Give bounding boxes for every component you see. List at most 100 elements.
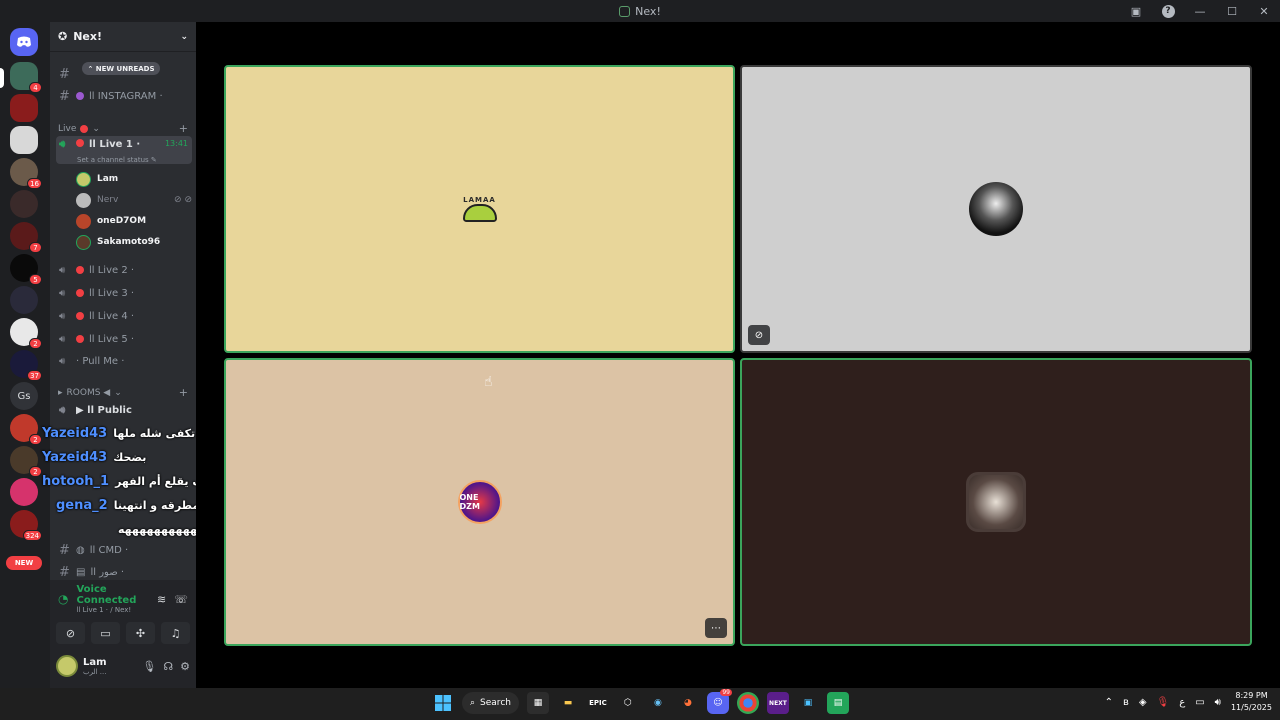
chrome-icon[interactable] bbox=[736, 692, 759, 714]
gear-icon[interactable]: ⚙ bbox=[180, 660, 190, 673]
username: Lam bbox=[83, 656, 107, 668]
file-explorer-icon[interactable]: ▬ bbox=[557, 692, 579, 714]
voice-channel-link[interactable]: ll Live 1 · / Nex! bbox=[76, 606, 149, 614]
headphones-icon[interactable]: ☊ bbox=[163, 660, 173, 673]
calendar-icon[interactable]: ▦ bbox=[526, 692, 549, 714]
muted-icon: ⊘ bbox=[748, 325, 770, 345]
avatar bbox=[76, 234, 91, 250]
noise-suppression-icon[interactable]: ≋ bbox=[157, 593, 166, 606]
help-button[interactable]: ? bbox=[1152, 0, 1184, 22]
steam-icon[interactable]: ◉ bbox=[647, 692, 669, 714]
bluetooth-icon[interactable]: ʙ bbox=[1123, 697, 1129, 708]
server-icon[interactable]: 7 bbox=[10, 222, 42, 253]
close-button[interactable]: ✕ bbox=[1248, 0, 1280, 22]
unity-icon[interactable]: ⬡ bbox=[617, 692, 639, 714]
channel-pics[interactable]: # ▤ ll صور · bbox=[56, 562, 192, 582]
system-tray: ⌃ ʙ ◈ 🎙︎ ع ▭ 🔊︎ 8:29 PM 11/5/2025 bbox=[1105, 690, 1272, 714]
server-icon[interactable] bbox=[10, 478, 38, 506]
inbox-icon[interactable]: ▣ bbox=[1120, 0, 1152, 22]
mic-icon[interactable]: 🎙︎ bbox=[142, 660, 156, 673]
channel-live-2[interactable]: 🔊︎ ll Live 2 · bbox=[56, 260, 192, 280]
display-icon[interactable]: ▭ bbox=[1195, 697, 1204, 708]
category-rooms[interactable]: ▸ ROOMS ◀ ⌄ + bbox=[58, 386, 188, 399]
hash-icon: # bbox=[59, 564, 70, 580]
language-indicator[interactable]: ع bbox=[1179, 697, 1185, 708]
discord-home-icon[interactable] bbox=[10, 28, 38, 56]
server-icon-nex[interactable]: 4 bbox=[10, 62, 42, 93]
next-app-icon[interactable]: NEXT bbox=[766, 692, 789, 714]
chat-message: Yazeid43 تكفى شله ملها bbox=[42, 426, 196, 441]
voice-member[interactable]: Lam bbox=[76, 169, 192, 189]
channel-status[interactable]: Set a channel status ✎ bbox=[77, 156, 157, 164]
channel-hidden[interactable]: # bbox=[56, 64, 192, 84]
channel-public[interactable]: 🔊︎ ▶ ll Public bbox=[56, 400, 192, 420]
channel-cmd[interactable]: # ◍ ll CMD · bbox=[56, 540, 192, 560]
server-icon[interactable]: 16 bbox=[10, 158, 42, 189]
new-unreads-pill[interactable]: NEW bbox=[6, 556, 42, 570]
activities-button[interactable]: ✣ bbox=[126, 622, 155, 644]
clock[interactable]: 8:29 PM 11/5/2025 bbox=[1231, 690, 1272, 714]
minimize-button[interactable]: — bbox=[1184, 0, 1216, 22]
participant-tile[interactable]: ONE DZM ⋯ bbox=[224, 358, 735, 646]
server-icon[interactable]: 324 bbox=[10, 510, 42, 541]
red-dot-icon bbox=[76, 289, 84, 297]
mic-icon[interactable]: 🎙︎ bbox=[1157, 697, 1170, 708]
taskbar-search[interactable]: ⌕ Search bbox=[462, 692, 519, 714]
server-icon[interactable]: 5 bbox=[10, 254, 42, 285]
server-boost-icon: ✪ bbox=[58, 30, 68, 43]
maximize-button[interactable]: ☐ bbox=[1216, 0, 1248, 22]
server-icon[interactable]: 2 bbox=[10, 318, 42, 349]
windows-taskbar: ⌕ Search ▦ ▬ EPIC ⬡ ◉ ◕ ☺ 99 NEXT ▣ ▤ ⌃ ʙ … bbox=[0, 688, 1280, 720]
muted-deafened-icon: ⊘ ⊘ bbox=[174, 195, 192, 205]
voice-member[interactable]: oneD7OM bbox=[76, 211, 192, 231]
hash-icon: # bbox=[59, 542, 70, 558]
server-icon[interactable] bbox=[10, 94, 38, 122]
chat-message: Yazeid43 بضحك bbox=[42, 450, 147, 465]
server-icon[interactable]: 2 bbox=[10, 446, 42, 477]
red-dot-icon bbox=[76, 312, 84, 320]
share-screen-button[interactable]: ▭ bbox=[91, 622, 120, 644]
lamp-logo bbox=[462, 204, 497, 222]
firefox-icon[interactable]: ◕ bbox=[677, 692, 699, 714]
user-status: الرب ... bbox=[83, 667, 107, 676]
category-live[interactable]: Live ⌄ + bbox=[58, 122, 188, 135]
participant-tile[interactable] bbox=[740, 358, 1252, 646]
screen-share-icon: ▭ bbox=[100, 626, 111, 640]
volume-icon[interactable]: 🔊︎ bbox=[1215, 697, 1221, 708]
server-icon-gs[interactable]: Gs bbox=[10, 382, 38, 410]
server-icon[interactable]: 37 bbox=[10, 350, 42, 381]
window-title-text: Nex! bbox=[635, 4, 661, 18]
participant-tile[interactable]: ⊘ bbox=[740, 65, 1252, 353]
camera-off-button[interactable]: ⊘ bbox=[56, 622, 85, 644]
discord-taskbar-icon[interactable]: ☺ 99 bbox=[706, 689, 732, 714]
server-header[interactable]: ✪ Nex! ⌄ bbox=[50, 22, 196, 52]
channel-live-4[interactable]: 🔊︎ ll Live 4 · bbox=[56, 306, 192, 326]
server-name: Nex! bbox=[73, 30, 102, 43]
channel-instagram[interactable]: # ll INSTAGRAM · bbox=[56, 86, 192, 106]
more-options-icon[interactable]: ⋯ bbox=[705, 618, 727, 638]
channel-pull-me[interactable]: 🔊︎ · Pull Me · bbox=[56, 351, 192, 371]
app-icon[interactable]: ▤ bbox=[826, 692, 849, 714]
server-icon[interactable] bbox=[10, 286, 38, 314]
participant-tile[interactable]: LAMAA bbox=[224, 65, 735, 353]
server-icon[interactable]: 2 bbox=[10, 414, 42, 445]
channel-live-5[interactable]: 🔊︎ ll Live 5 · bbox=[56, 329, 192, 349]
speaker-icon: 🔊︎ bbox=[59, 404, 66, 416]
voice-member[interactable]: Nerv ⊘ ⊘ bbox=[76, 190, 192, 210]
remote-desktop-icon[interactable]: ▣ bbox=[797, 692, 819, 714]
network-icon[interactable]: ◈ bbox=[1139, 697, 1147, 708]
add-channel-icon[interactable]: + bbox=[179, 386, 188, 399]
avatar[interactable] bbox=[56, 655, 78, 677]
avatar bbox=[969, 182, 1023, 236]
soundboard-button[interactable]: ♫ bbox=[161, 622, 190, 644]
server-icon[interactable] bbox=[10, 190, 38, 218]
windows-start-icon[interactable] bbox=[432, 692, 454, 714]
channel-live-3[interactable]: 🔊︎ ll Live 3 · bbox=[56, 283, 192, 303]
add-channel-icon[interactable]: + bbox=[179, 122, 188, 135]
chevron-up-icon[interactable]: ⌃ bbox=[1105, 697, 1113, 708]
epic-games-icon[interactable]: EPIC bbox=[587, 692, 609, 714]
server-icon[interactable] bbox=[10, 126, 38, 154]
voice-member[interactable]: Sakamoto96 bbox=[76, 232, 192, 252]
disconnect-icon[interactable]: ☏ bbox=[174, 593, 188, 606]
chevron-down-icon: ⌄ bbox=[180, 31, 188, 42]
